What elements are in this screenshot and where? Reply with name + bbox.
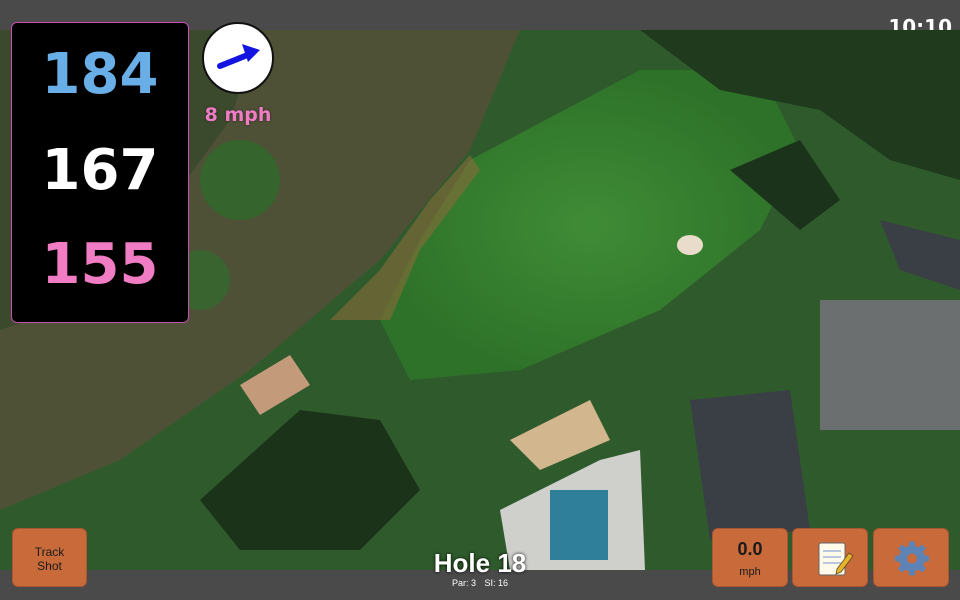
hole-meta: Par: 3 SI: 16 xyxy=(380,578,580,588)
speed-value: 0.0 xyxy=(737,539,763,559)
arrow-icon xyxy=(217,44,260,69)
hole-info: Hole 18 Par: 3 SI: 16 xyxy=(380,548,580,588)
track-shot-label-line1: Track xyxy=(34,545,65,559)
hole-par: Par: 3 xyxy=(451,578,476,588)
wind-indicator xyxy=(202,22,274,94)
settings-button[interactable] xyxy=(873,528,949,587)
gear-icon xyxy=(895,541,929,576)
hole-title: Hole 18 xyxy=(433,548,527,578)
wind-speed: 8 mph xyxy=(204,104,272,126)
speed-button[interactable]: 0.0 mph xyxy=(712,528,788,587)
notes-button[interactable] xyxy=(792,528,868,587)
hole-si: SI: 16 xyxy=(484,578,509,588)
track-shot-label-line2: Shot xyxy=(37,559,62,573)
speed-unit: mph xyxy=(739,566,761,578)
center-yardage: 167 xyxy=(41,138,159,203)
back-yardage: 184 xyxy=(41,42,159,107)
yardage-panel: 184 167 155 xyxy=(11,22,189,323)
track-shot-button[interactable]: Track Shot xyxy=(12,528,87,587)
front-yardage: 155 xyxy=(41,232,159,297)
notepad-icon xyxy=(818,542,854,576)
